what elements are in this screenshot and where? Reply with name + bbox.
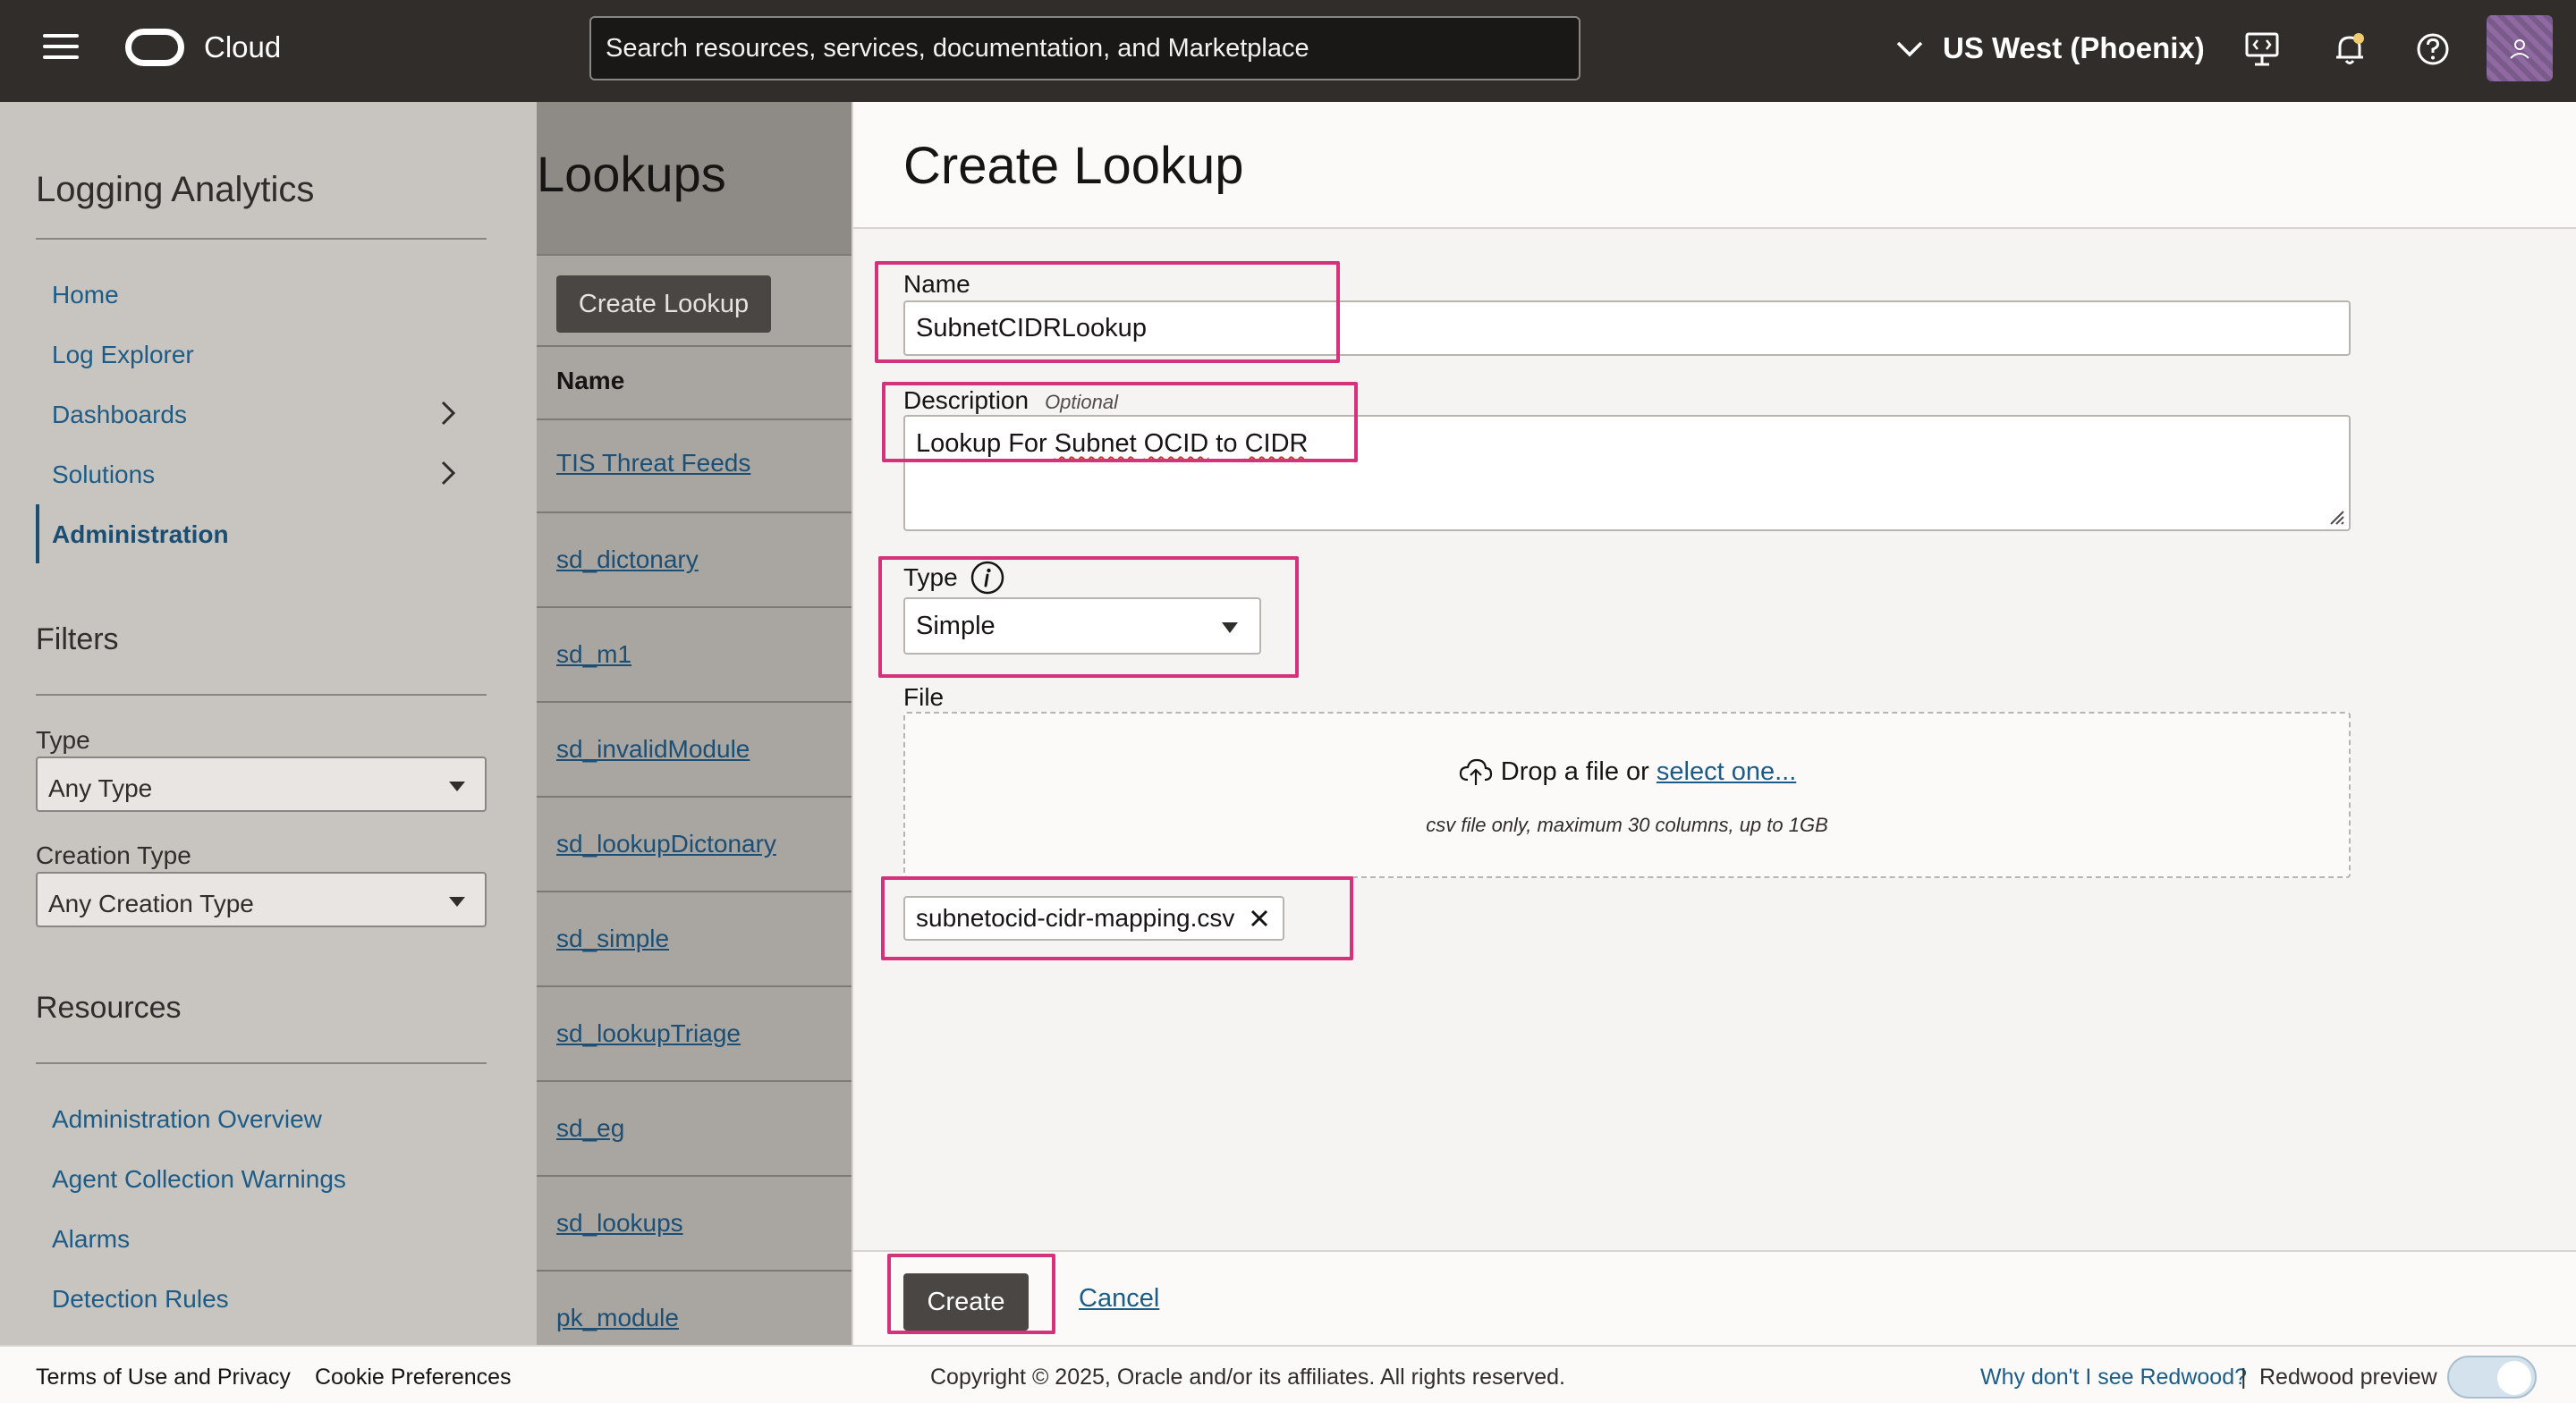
resources-heading: Resources [36, 991, 182, 1025]
nav-item-administration[interactable]: Administration [52, 520, 229, 549]
type-filter-value: Any Type [48, 774, 153, 802]
panel-footer: Create Cancel [853, 1250, 2576, 1345]
table-row[interactable]: sd_dictonary [556, 545, 699, 574]
table-row[interactable]: pk_module [556, 1304, 679, 1332]
copyright: Copyright © 2025, Oracle and/or its affi… [930, 1365, 1565, 1390]
drop-instructions: Drop a file or select one... [905, 756, 2349, 787]
top-navigation-bar: Cloud US West (Phoenix) [0, 0, 2576, 102]
table-row[interactable]: sd_lookupTriage [556, 1019, 741, 1048]
table-row[interactable]: sd_eg [556, 1114, 624, 1143]
table-row[interactable]: sd_invalidModule [556, 735, 750, 764]
divider [537, 891, 852, 892]
bell-icon[interactable] [2331, 30, 2368, 68]
chevron-right-icon[interactable] [438, 460, 458, 486]
left-navigation: Logging Analytics Home Log Explorer Dash… [0, 102, 537, 1345]
type-filter-label: Type [36, 726, 90, 754]
column-header-name[interactable]: Name [556, 367, 624, 395]
divider [537, 606, 852, 608]
service-title: Logging Analytics [36, 170, 315, 209]
divider [36, 238, 487, 240]
drop-text: Drop a file or [1500, 757, 1649, 786]
footer-bar: Terms of Use and Privacy Cookie Preferen… [0, 1345, 2576, 1403]
resize-handle-icon[interactable] [2326, 506, 2345, 526]
redwood-question-link[interactable]: Why don't I see Redwood? [1980, 1365, 2247, 1390]
divider [537, 345, 852, 347]
creation-type-filter-select[interactable]: Any Creation Type [36, 872, 487, 927]
search-box[interactable] [589, 16, 1580, 80]
highlight-description [882, 382, 1358, 462]
nav-item-dashboards[interactable]: Dashboards [52, 401, 187, 429]
resource-alarms[interactable]: Alarms [52, 1225, 130, 1254]
lookups-panel: Lookups Create Lookup Name TIS Threat Fe… [537, 102, 852, 1345]
caret-down-icon [449, 897, 465, 907]
cookie-preferences-link[interactable]: Cookie Preferences [315, 1365, 512, 1390]
file-constraints: csv file only, maximum 30 columns, up to… [1426, 814, 1828, 836]
panel-title: Create Lookup [903, 137, 1244, 195]
divider [537, 511, 852, 513]
separator: | [2241, 1365, 2247, 1390]
filters-heading: Filters [36, 622, 119, 656]
redwood-preview-label: Redwood preview [2259, 1365, 2437, 1390]
select-file-link[interactable]: select one... [1657, 757, 1796, 786]
table-row[interactable]: sd_simple [556, 925, 669, 953]
create-lookup-button[interactable]: Create Lookup [556, 275, 771, 333]
table-row[interactable]: sd_lookups [556, 1209, 683, 1238]
region-selector[interactable]: US West (Phoenix) [1894, 29, 2205, 68]
file-dropzone[interactable]: Drop a file or select one... csv file on… [903, 712, 2351, 878]
nav-item-log-explorer[interactable]: Log Explorer [52, 341, 194, 369]
divider [537, 796, 852, 798]
panel-header: Create Lookup [853, 102, 2576, 229]
user-icon [2510, 39, 2529, 59]
developer-tools-icon[interactable] [2243, 30, 2281, 68]
brand-name: Cloud [204, 30, 282, 63]
menu-icon[interactable] [43, 34, 79, 61]
divider [537, 1080, 852, 1082]
table-row[interactable]: TIS Threat Feeds [556, 449, 750, 478]
divider [537, 701, 852, 703]
divider [537, 985, 852, 987]
page-title: Lookups [537, 146, 726, 202]
resource-agent-collection-warnings[interactable]: Agent Collection Warnings [52, 1165, 346, 1194]
chevron-down-icon [1896, 41, 1923, 57]
redwood-preview-toggle[interactable] [2447, 1356, 2537, 1399]
resource-detection-rules[interactable]: Detection Rules [52, 1285, 229, 1314]
divider [537, 1270, 852, 1272]
highlight-create [887, 1254, 1055, 1334]
oracle-logo[interactable] [125, 29, 184, 66]
creation-type-filter-label: Creation Type [36, 841, 191, 869]
caret-down-icon [449, 782, 465, 791]
divider [537, 1175, 852, 1177]
terms-link[interactable]: Terms of Use and Privacy [36, 1365, 291, 1390]
chevron-right-icon[interactable] [438, 400, 458, 427]
nav-item-solutions[interactable]: Solutions [52, 461, 155, 489]
cancel-link[interactable]: Cancel [1079, 1284, 1159, 1314]
region-label: US West (Phoenix) [1943, 31, 2205, 64]
highlight-file [881, 876, 1353, 960]
lookups-table: Create Lookup Name TIS Threat Feeds sd_d… [537, 254, 852, 1345]
creation-type-filter-value: Any Creation Type [48, 890, 254, 917]
file-label: File [903, 683, 945, 711]
user-avatar[interactable] [2487, 15, 2553, 81]
divider [36, 694, 487, 696]
highlight-name [875, 261, 1340, 363]
table-row[interactable]: sd_lookupDictonary [556, 830, 776, 858]
active-indicator [36, 504, 39, 563]
divider [36, 1062, 487, 1064]
nav-item-home[interactable]: Home [52, 281, 119, 309]
type-filter-select[interactable]: Any Type [36, 756, 487, 812]
divider [537, 418, 852, 420]
search-input[interactable] [591, 18, 1579, 79]
resource-administration-overview[interactable]: Administration Overview [52, 1105, 322, 1134]
help-icon[interactable] [2414, 30, 2452, 68]
highlight-type [878, 556, 1299, 678]
cloud-upload-icon [1459, 758, 1492, 785]
table-row[interactable]: sd_m1 [556, 640, 631, 669]
